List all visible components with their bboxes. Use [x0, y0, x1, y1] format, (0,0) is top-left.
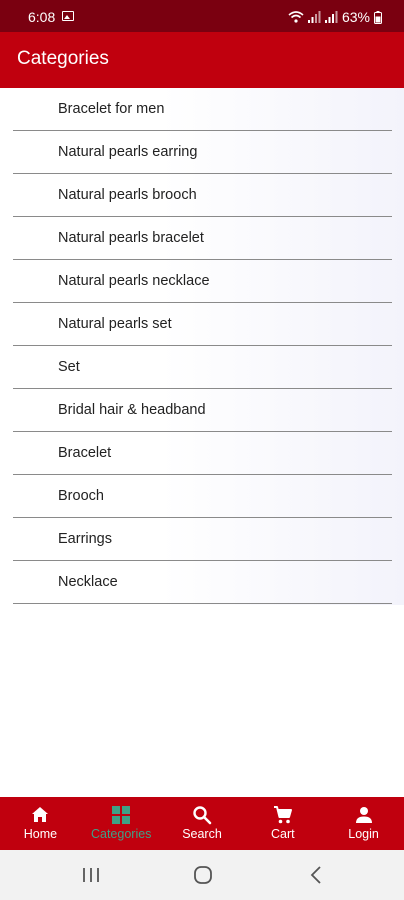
- search-icon: [193, 806, 212, 825]
- category-item[interactable]: Natural pearls earring: [13, 131, 392, 174]
- back-icon[interactable]: [306, 864, 328, 886]
- category-item[interactable]: Set: [13, 346, 392, 389]
- category-label: Bracelet: [58, 445, 112, 461]
- category-item[interactable]: Natural pearls bracelet: [13, 217, 392, 260]
- category-label: Brooch: [58, 488, 104, 504]
- status-icons: 63%: [288, 9, 382, 25]
- wifi-icon: [288, 11, 304, 23]
- home-icon: [32, 807, 49, 822]
- category-item[interactable]: Bracelet: [13, 432, 392, 475]
- nav-label: Login: [348, 827, 379, 841]
- cart-icon: [273, 806, 292, 824]
- category-item[interactable]: Earrings: [13, 518, 392, 561]
- system-navigation-bar: [0, 850, 404, 900]
- battery-percentage: 63%: [341, 9, 370, 25]
- category-item[interactable]: Natural pearls necklace: [13, 260, 392, 303]
- category-item[interactable]: Bracelet for men: [13, 88, 392, 131]
- category-item[interactable]: Natural pearls set: [13, 303, 392, 346]
- category-item[interactable]: Brooch: [13, 475, 392, 518]
- recents-icon[interactable]: [80, 864, 102, 886]
- nav-cart[interactable]: Cart: [242, 797, 323, 850]
- grid-icon: [112, 806, 131, 824]
- gallery-icon: [62, 11, 74, 21]
- category-item[interactable]: Bridal hair & headband: [13, 389, 392, 432]
- app-bar: Categories: [0, 32, 404, 88]
- nav-search[interactable]: Search: [162, 797, 243, 850]
- nav-label: Categories: [90, 827, 152, 841]
- category-label: Natural pearls set: [58, 316, 172, 332]
- category-label: Necklace: [58, 574, 118, 590]
- category-list: Bracelet for men Natural pearls earring …: [0, 88, 404, 605]
- category-label: Bracelet for men: [58, 101, 165, 117]
- nav-login[interactable]: Login: [323, 797, 404, 850]
- category-label: Natural pearls necklace: [58, 273, 210, 289]
- bottom-navigation: Home Categories Search Cart Login: [0, 797, 404, 850]
- status-bar: 6:08 63%: [0, 0, 404, 32]
- category-label: Bridal hair & headband: [58, 402, 206, 418]
- battery-icon: [374, 10, 382, 24]
- category-label: Natural pearls bracelet: [58, 230, 204, 246]
- category-label: Earrings: [58, 531, 112, 547]
- category-item[interactable]: Natural pearls brooch: [13, 174, 392, 217]
- signal-icon: [324, 11, 338, 23]
- category-label: Natural pearls earring: [58, 144, 198, 160]
- category-item[interactable]: Necklace: [13, 561, 392, 604]
- nav-home[interactable]: Home: [0, 797, 81, 850]
- status-time: 6:08: [28, 9, 56, 25]
- page-title: Categories: [17, 48, 109, 69]
- nav-categories[interactable]: Categories: [81, 797, 162, 850]
- screen: 6:08 63% Categories Bracelet for men Nat…: [0, 0, 404, 900]
- category-label: Set: [58, 359, 80, 375]
- signal-icon: [307, 11, 321, 23]
- person-icon: [355, 807, 372, 823]
- nav-label: Search: [182, 827, 222, 841]
- home-circle-icon[interactable]: [192, 864, 214, 886]
- nav-label: Cart: [270, 827, 295, 841]
- nav-label: Home: [23, 827, 58, 841]
- category-label: Natural pearls brooch: [58, 187, 197, 203]
